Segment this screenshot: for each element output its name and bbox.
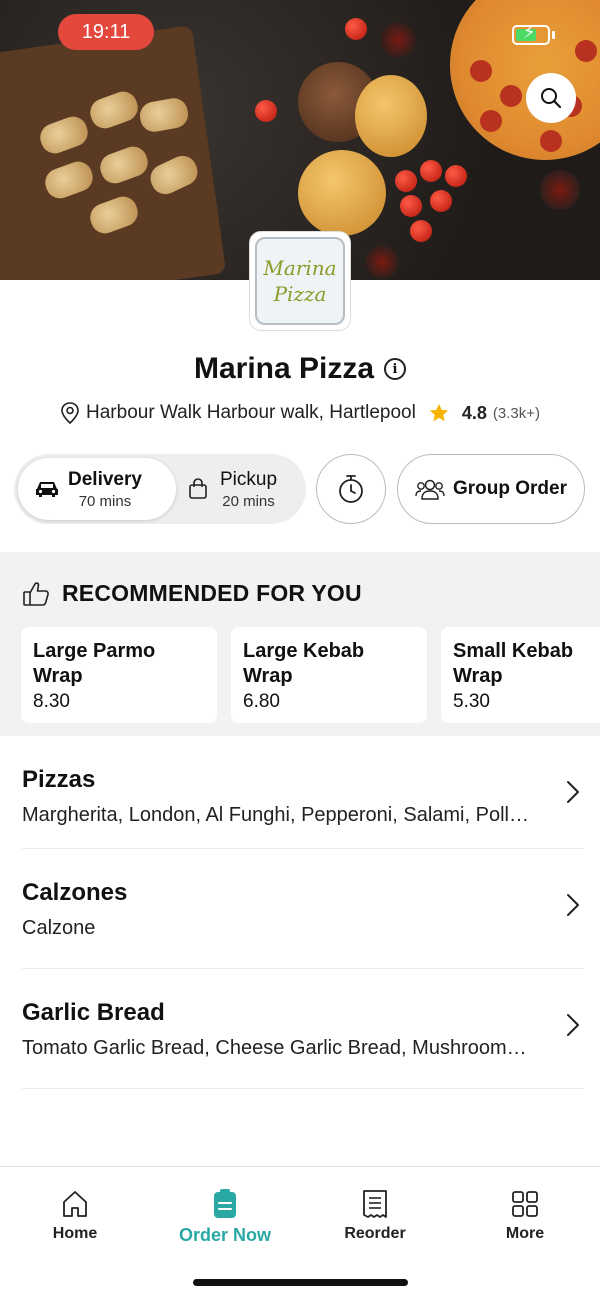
pepperoni-slice [470, 60, 492, 82]
cherry-tomato [345, 18, 367, 40]
schedule-button[interactable] [316, 454, 386, 524]
home-icon [63, 1191, 87, 1217]
pepperoni-slice [575, 40, 597, 62]
restaurant-logo: Marina Pizza [249, 231, 351, 331]
cherry-tomato [410, 220, 432, 242]
logo-text-line1: Marina [263, 256, 337, 280]
nav-item-reorder[interactable]: Reorder [320, 1189, 430, 1243]
recommended-section: RECOMMENDED FOR YOU Large Parmo Wrap 8.3… [0, 552, 600, 736]
pickup-label: Pickup [220, 468, 278, 490]
group-icon [415, 479, 445, 500]
pickup-time: 20 mins [222, 492, 275, 510]
category-description: Margherita, London, Al Funghi, Pepperoni… [22, 804, 529, 826]
home-indicator[interactable] [193, 1279, 408, 1286]
recommended-item-price: 6.80 [243, 691, 280, 712]
category-row-garlic-bread[interactable]: Garlic Bread Tomato Garlic Bread, Cheese… [22, 969, 584, 1089]
order-mode-toggle: Delivery 70 mins Pickup 20 mins [14, 454, 306, 524]
battery-tip [552, 31, 555, 39]
recommended-item-price: 8.30 [33, 691, 70, 712]
recommended-title: RECOMMENDED FOR YOU [62, 580, 362, 606]
recommended-header: RECOMMENDED FOR YOU [22, 580, 362, 607]
category-name: Pizzas [22, 766, 96, 793]
chevron-right-icon [567, 894, 579, 916]
search-button[interactable] [526, 73, 576, 123]
sauce-bowl [365, 245, 399, 279]
category-description: Tomato Garlic Bread, Cheese Garlic Bread… [22, 1037, 527, 1059]
pepperoni-slice [500, 85, 522, 107]
cherry-tomato [395, 170, 417, 192]
recommended-item-name: Small Kebab Wrap [453, 640, 574, 687]
grid-icon [512, 1191, 538, 1217]
stopwatch-icon [339, 475, 363, 503]
chevron-right-icon [567, 1014, 579, 1036]
nav-label-order-now: Order Now [178, 1225, 271, 1245]
pepperoni-slice [480, 110, 502, 132]
pepperoni-slice [540, 130, 562, 152]
group-order-button[interactable]: Group Order [397, 454, 585, 524]
cherry-tomato [420, 160, 442, 182]
chevron-right-icon [567, 781, 579, 803]
receipt-icon [363, 1190, 387, 1218]
star-icon [429, 403, 448, 422]
restaurant-header: Marina Pizza i [0, 352, 600, 386]
recommended-item-name: Large Parmo Wrap [33, 640, 156, 687]
recommended-item-price: 5.30 [453, 691, 490, 712]
nav-label-more: More [505, 1225, 545, 1242]
sauce-bowl [380, 22, 416, 58]
delivery-option[interactable]: Delivery 70 mins [18, 458, 176, 520]
location-pin-icon [61, 402, 79, 424]
restaurant-address: Harbour Walk Harbour walk, Hartlepool [86, 402, 416, 423]
rating-value: 4.8 [461, 402, 487, 423]
order-icon [214, 1189, 236, 1218]
nav-item-home[interactable]: Home [20, 1189, 130, 1243]
recommended-item-card[interactable]: Small Kebab Wrap 5.30 [441, 627, 600, 723]
info-icon[interactable]: i [384, 358, 407, 380]
thumbs-up-icon [23, 581, 49, 606]
car-icon [36, 482, 58, 497]
nav-item-order-now[interactable]: Order Now [170, 1189, 280, 1246]
address-row: Harbour Walk Harbour walk, Hartlepool 4.… [0, 402, 600, 424]
category-name: Calzones [22, 879, 128, 906]
delivery-time: 70 mins [78, 492, 132, 510]
recommended-item-name: Large Kebab Wrap [243, 640, 365, 687]
recommended-item-card[interactable]: Large Parmo Wrap 8.30 [21, 627, 217, 723]
category-row-calzones[interactable]: Calzones Calzone [22, 849, 584, 969]
status-time: 19:11 [58, 14, 154, 50]
nav-label-reorder: Reorder [344, 1225, 406, 1242]
cherry-tomato [445, 165, 467, 187]
category-description: Calzone [22, 917, 96, 939]
cherry-tomato [400, 195, 422, 217]
charging-bolt-icon: ⚡ [523, 22, 536, 42]
cherry-tomato [430, 190, 452, 212]
recommended-item-card[interactable]: Large Kebab Wrap 6.80 [231, 627, 427, 723]
pickup-option[interactable]: Pickup 20 mins [186, 458, 304, 520]
nav-item-more[interactable]: More [470, 1189, 580, 1243]
category-name: Garlic Bread [22, 999, 165, 1026]
category-row-pizzas[interactable]: Pizzas Margherita, London, Al Funghi, Pe… [22, 736, 584, 849]
group-order-label: Group Order [452, 478, 567, 499]
nav-label-home: Home [52, 1225, 98, 1242]
burger-bun [298, 150, 386, 236]
shopping-bag-icon [189, 478, 207, 499]
burger-bun [355, 75, 427, 157]
search-icon [541, 88, 562, 109]
delivery-label: Delivery [68, 468, 142, 490]
spice-bowl [540, 170, 580, 210]
restaurant-name: Marina Pizza [193, 352, 375, 385]
cherry-tomato [255, 100, 277, 122]
logo-text-line2: Pizza [273, 282, 327, 306]
rating-count: (3.3k+) [492, 404, 540, 422]
